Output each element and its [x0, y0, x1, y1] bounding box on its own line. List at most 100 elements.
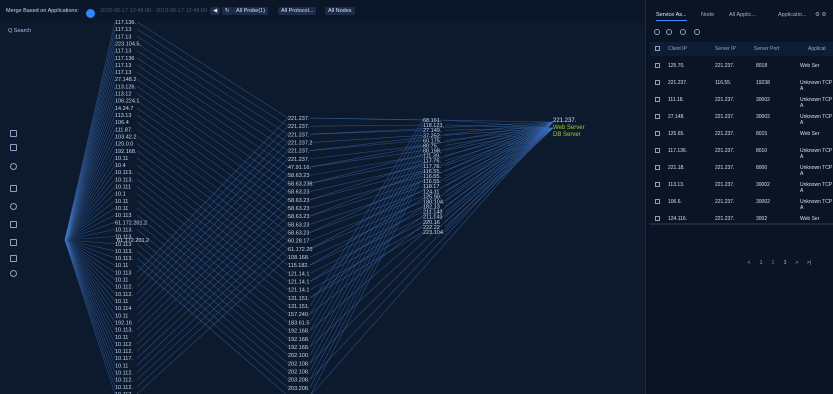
page-1[interactable]: 1: [757, 259, 765, 267]
node-col1[interactable]: 10.114: [115, 306, 131, 312]
node-col1[interactable]: 106.4: [115, 120, 129, 126]
node-col1[interactable]: 113.13: [115, 113, 131, 119]
page-last[interactable]: >|: [805, 259, 813, 267]
node-col1[interactable]: 61.172.201.2: [115, 220, 147, 226]
node-col1[interactable]: 117.13: [115, 70, 131, 76]
node-col1[interactable]: 10.113.: [115, 328, 133, 334]
node-col1[interactable]: 27.148.2: [115, 77, 136, 83]
settings-icon[interactable]: ⚙ ⚙: [815, 12, 826, 18]
table-row[interactable]: 27.148. 221.237. 30002 Unknown TCP A: [650, 109, 833, 126]
node-col1[interactable]: 111.87.: [115, 127, 133, 133]
node-col1[interactable]: 117.136: [115, 56, 134, 62]
node-col1[interactable]: 10.113.: [115, 227, 133, 233]
select-all-checkbox[interactable]: [655, 46, 660, 51]
node-col1[interactable]: 106.224.1: [115, 99, 139, 105]
col-application[interactable]: Applicat: [808, 46, 826, 52]
row-checkbox[interactable]: [655, 148, 660, 153]
node-col2[interactable]: 58.63.23: [288, 190, 309, 196]
row-checkbox[interactable]: [655, 216, 660, 221]
node-col1[interactable]: 117.13: [115, 49, 131, 55]
tab-node[interactable]: Node: [701, 12, 714, 18]
node-col2[interactable]: 192.168.: [288, 329, 310, 335]
node-col2[interactable]: 221.237.: [288, 124, 310, 130]
node-col2[interactable]: 192.168.: [288, 337, 310, 343]
node-col1[interactable]: 10.113.: [115, 177, 133, 183]
table-row[interactable]: 221.237. 116.55. 19238 Unknown TCP A: [650, 75, 833, 92]
export-icon[interactable]: [666, 29, 672, 35]
node-col2[interactable]: 157.240.: [288, 312, 310, 318]
node-col1[interactable]: 14.24.7: [115, 106, 133, 112]
graph-scrollbar[interactable]: [640, 30, 643, 390]
node-col1[interactable]: 10.11: [115, 335, 128, 341]
node-col1[interactable]: 10.11: [115, 206, 128, 212]
node-col2[interactable]: 203.208.: [288, 378, 310, 384]
node-col1[interactable]: 223.104.5.: [115, 41, 141, 47]
col-server-port[interactable]: Server Port: [754, 46, 779, 52]
node-col2[interactable]: 108.168.: [288, 255, 310, 261]
node-col1[interactable]: 117.13: [115, 63, 131, 69]
node-col2[interactable]: 202.108.: [288, 369, 310, 375]
node-col1[interactable]: 113.126.: [115, 84, 136, 90]
node-col2[interactable]: 192.168.: [288, 345, 310, 351]
node-col1[interactable]: 10.113.: [115, 249, 133, 255]
node-col2[interactable]: 47.91.16.: [288, 165, 311, 171]
node-col1[interactable]: 10.112.: [115, 349, 133, 355]
node-col1[interactable]: 10.11: [115, 313, 128, 319]
table-row[interactable]: 117.136. 221.237. 8010 Unknown TCP A: [650, 143, 833, 160]
node-col2[interactable]: 60.28.17: [288, 239, 309, 245]
page-prev[interactable]: <: [745, 259, 753, 267]
node-col1[interactable]: 10.1: [115, 192, 126, 198]
node-col1[interactable]: 10.11: [115, 278, 128, 284]
table-row[interactable]: 221.18. 221.237. 8000 Unknown TCP A: [650, 160, 833, 177]
node-col1[interactable]: 10.112.: [115, 378, 133, 384]
node-col1[interactable]: 120.0.0: [115, 142, 133, 148]
node-col1[interactable]: 10.113.: [115, 235, 133, 241]
row-checkbox[interactable]: [655, 199, 660, 204]
table-row[interactable]: 113.13. 221.237. 30002 Unknown TCP A: [650, 177, 833, 194]
node-col1[interactable]: 10.11: [115, 199, 128, 205]
node-col2[interactable]: 183.61.5: [288, 320, 309, 326]
node-col2[interactable]: 221.237.2: [288, 141, 312, 147]
node-col1[interactable]: 10.4: [115, 163, 126, 169]
row-checkbox[interactable]: [655, 97, 660, 102]
row-checkbox[interactable]: [655, 165, 660, 170]
node-col2[interactable]: 58.63.23: [288, 222, 309, 228]
node-col1[interactable]: 192.168.: [115, 149, 137, 155]
node-col1[interactable]: 10.113: [115, 213, 131, 219]
row-checkbox[interactable]: [655, 63, 660, 68]
node-col3[interactable]: 223.104.: [423, 230, 445, 236]
table-hscroll[interactable]: [650, 223, 833, 225]
node-col1[interactable]: 10.113: [115, 242, 131, 248]
node-col2[interactable]: 61.172.20: [288, 247, 312, 253]
node-col2[interactable]: 221.237.: [288, 149, 310, 155]
node-col2[interactable]: 221.237.: [288, 132, 310, 138]
node-col2[interactable]: 121.14.1: [288, 271, 309, 277]
row-checkbox[interactable]: [655, 114, 660, 119]
refresh-table-icon[interactable]: [694, 29, 700, 35]
tab-service-assets[interactable]: Service As...: [656, 12, 687, 21]
node-col1[interactable]: 192.16: [115, 320, 132, 326]
row-checkbox[interactable]: [655, 80, 660, 85]
tab-all-applications[interactable]: All Applic...: [729, 12, 756, 18]
node-col2[interactable]: 58.63.23: [288, 198, 309, 204]
node-web-server[interactable]: Web Server: [553, 125, 585, 131]
node-col2[interactable]: 221.237.: [288, 157, 310, 163]
node-db-server[interactable]: DB Server: [553, 132, 581, 138]
col-server-ip[interactable]: Server IP: [715, 46, 736, 52]
table-row[interactable]: 111.18. 221.237. 30002 Unknown TCP A: [650, 92, 833, 109]
table-row[interactable]: 106.6. 221.237. 30002 Unknown TCP A: [650, 194, 833, 211]
table-row[interactable]: 125.70. 221.237. 8018 Web Ser: [650, 58, 833, 74]
node-col2[interactable]: 121.14.1: [288, 288, 309, 294]
page-3[interactable]: 3: [781, 259, 789, 267]
row-checkbox[interactable]: [655, 131, 660, 136]
copy-icon[interactable]: [654, 29, 660, 35]
node-col1[interactable]: 10.113.: [115, 256, 133, 262]
node-col1[interactable]: 10.112.: [115, 285, 133, 291]
page-2[interactable]: 2: [769, 259, 777, 267]
node-col2[interactable]: 58.63.23: [288, 173, 309, 179]
node-col1[interactable]: 10.112.: [115, 292, 133, 298]
node-col2[interactable]: 131.151.: [288, 304, 310, 310]
node-col1[interactable]: 10.11: [115, 263, 128, 269]
node-col1[interactable]: 10.117.: [115, 356, 133, 362]
node-col1[interactable]: 10.11: [115, 363, 128, 369]
